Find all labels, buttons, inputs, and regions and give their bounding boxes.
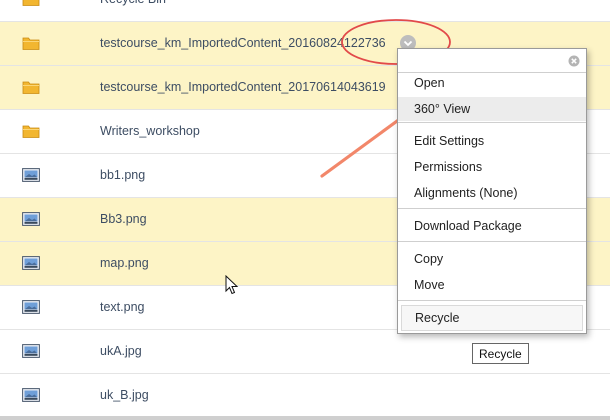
folder-icon: [22, 125, 40, 138]
file-name-link[interactable]: map.png: [100, 256, 395, 270]
menu-item-recycle[interactable]: Recycle: [401, 305, 583, 331]
folder-icon: [22, 37, 40, 50]
image-file-icon: [22, 388, 40, 402]
menu-separator: [398, 241, 586, 242]
file-row[interactable]: uk_B.jpg: [0, 374, 610, 418]
folder-icon: [22, 81, 40, 94]
tooltip: Recycle: [472, 343, 529, 364]
file-name-link[interactable]: uk_B.jpg: [100, 388, 395, 402]
image-file-icon: [22, 300, 40, 314]
file-name-link[interactable]: ukA.jpg: [100, 344, 395, 358]
file-name-link[interactable]: Recycle Bin: [100, 0, 395, 6]
file-name-link[interactable]: testcourse_km_ImportedContent_2016082412…: [100, 36, 386, 50]
menu-item-copy[interactable]: Copy: [398, 247, 586, 271]
menu-separator: [398, 122, 586, 123]
menu-item-permissions[interactable]: Permissions: [398, 155, 586, 179]
menu-item-edit-settings[interactable]: Edit Settings: [398, 129, 586, 153]
file-row[interactable]: Recycle Bin: [0, 0, 610, 22]
list-bottom-border: [0, 416, 610, 420]
image-file-icon: [22, 344, 40, 358]
folder-icon: [22, 0, 40, 6]
mouse-cursor-icon: [225, 275, 239, 295]
menu-item-360-view[interactable]: 360° View: [398, 97, 586, 121]
file-name-link[interactable]: text.png: [100, 300, 395, 314]
menu-item-open[interactable]: Open: [398, 71, 586, 95]
menu-separator: [398, 300, 586, 301]
file-name-link[interactable]: bb1.png: [100, 168, 395, 182]
context-menu: Open 360° View Edit Settings Permissions…: [397, 48, 587, 334]
file-name-link[interactable]: Bb3.png: [100, 212, 395, 226]
image-file-icon: [22, 212, 40, 226]
menu-item-move[interactable]: Move: [398, 273, 586, 297]
file-name-link[interactable]: testcourse_km_ImportedContent_2017061404…: [100, 80, 395, 94]
menu-item-alignments[interactable]: Alignments (None): [398, 181, 586, 205]
image-file-icon: [22, 256, 40, 270]
image-file-icon: [22, 168, 40, 182]
file-name-link[interactable]: Writers_workshop: [100, 124, 395, 138]
menu-separator: [398, 208, 586, 209]
menu-item-download-package[interactable]: Download Package: [398, 214, 586, 238]
close-icon[interactable]: [568, 55, 580, 67]
